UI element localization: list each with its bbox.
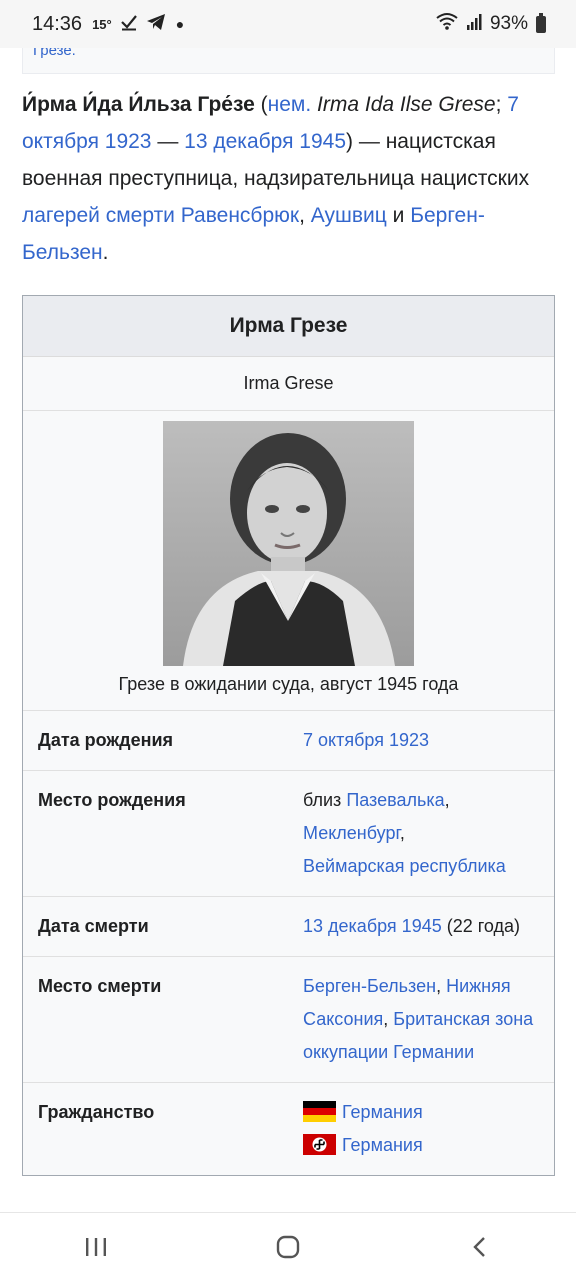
infobox-row-citizenship: Гражданство Германия Германия (23, 1083, 554, 1175)
germany-link-1[interactable]: Германия (342, 1102, 423, 1122)
birth-date-value-link[interactable]: 7 октября 1923 (303, 730, 429, 750)
infobox-value: близ Пазевалька, Мекленбург, Веймарская … (303, 784, 538, 883)
age-at-death: (22 года) (441, 916, 521, 936)
telegram-icon (146, 13, 166, 36)
home-icon (276, 1235, 300, 1258)
signal-icon (466, 13, 482, 36)
text-fragment: , (383, 1009, 394, 1029)
text-fragment: ( (254, 93, 268, 116)
recent-apps-button[interactable] (66, 1223, 126, 1271)
death-date-link[interactable]: 13 декабря 1945 (184, 130, 346, 153)
infobox-label: Дата смерти (38, 916, 149, 936)
death-date-value-link[interactable]: 13 декабря 1945 (303, 916, 442, 936)
infobox-label: Место рождения (38, 790, 186, 810)
infobox: Ирма Грезе Irma Grese Грезе в ожидании с… (22, 295, 555, 1176)
ravensbruck-link[interactable]: лагерей смерти Равенсбрюк (22, 204, 299, 227)
infobox-image-cell: Грезе в ожидании суда, август 1945 года (23, 411, 554, 711)
weimar-republic-link[interactable]: Веймарская республика (303, 856, 506, 876)
status-right: 93% (436, 12, 546, 36)
pasewalk-link[interactable]: Пазевалька (346, 790, 444, 810)
text-fragment: — (151, 130, 185, 153)
language-link[interactable]: нем. (268, 93, 312, 116)
infobox-label: Дата рождения (38, 730, 174, 750)
infobox-title: Ирма Грезе (23, 296, 554, 357)
infobox-value: 7 октября 1923 (303, 724, 538, 757)
back-button[interactable] (450, 1223, 510, 1271)
battery-percent: 93% (489, 13, 528, 34)
dot-icon: ● (175, 16, 185, 32)
infobox-value: Германия Германия (303, 1096, 538, 1162)
bergen-belsen-place-link[interactable]: Берген-Бельзен (303, 976, 436, 996)
infobox-label: Место смерти (38, 976, 162, 996)
infobox-original-name: Irma Grese (23, 357, 554, 411)
infobox-row-death-place: Место смерти Берген-Бельзен, Нижняя Сакс… (23, 957, 554, 1083)
mecklenburg-link[interactable]: Мекленбург (303, 823, 400, 843)
infobox-row-birth-place: Место рождения близ Пазевалька, Мекленбу… (23, 771, 554, 897)
check-icon (120, 13, 138, 36)
home-button[interactable] (258, 1223, 318, 1271)
battery-icon (536, 12, 546, 33)
system-nav-bar (0, 1212, 576, 1280)
nazi-germany-flag-icon (303, 1133, 336, 1155)
text-fragment: . (102, 241, 109, 264)
wifi-icon (436, 12, 458, 36)
text-fragment: , (299, 204, 311, 227)
text-fragment: и (386, 204, 411, 227)
temperature: 15° (92, 16, 112, 32)
text-fragment: , (444, 790, 450, 810)
germany-flag-icon (303, 1100, 336, 1122)
infobox-row-birth-date: Дата рождения 7 октября 1923 (23, 711, 554, 771)
article-content: И́рма И́да И́льза Гре́зе (нем. Irma Ida … (22, 86, 555, 1176)
text-fragment: близ (303, 790, 347, 810)
image-caption: Грезе в ожидании суда, август 1945 года (118, 674, 459, 694)
auschwitz-link[interactable]: Аушвиц (311, 204, 387, 227)
germany-link-2[interactable]: Германия (342, 1135, 423, 1155)
native-name: Irma Ida Ilse Grese (311, 93, 496, 116)
back-icon (473, 1236, 485, 1257)
status-bar: 14:36 15° ● 93% (0, 0, 576, 48)
lead-paragraph: И́рма И́да И́льза Гре́зе (нем. Irma Ida … (22, 86, 555, 271)
infobox-label: Гражданство (38, 1102, 155, 1122)
subject-name: И́рма И́да И́льза Гре́зе (22, 93, 255, 116)
infobox-row-death-date: Дата смерти 13 декабря 1945 (22 года) (23, 897, 554, 957)
infobox-value: Берген-Бельзен, Нижняя Саксония, Британс… (303, 970, 538, 1069)
portrait-photo[interactable] (163, 421, 414, 666)
text-fragment: , (399, 823, 405, 843)
text-fragment: , (436, 976, 447, 996)
text-fragment: ; (495, 93, 508, 116)
infobox-value: 13 декабря 1945 (22 года) (303, 910, 538, 943)
clock: 14:36 (32, 12, 83, 35)
recent-apps-icon (86, 1237, 106, 1256)
